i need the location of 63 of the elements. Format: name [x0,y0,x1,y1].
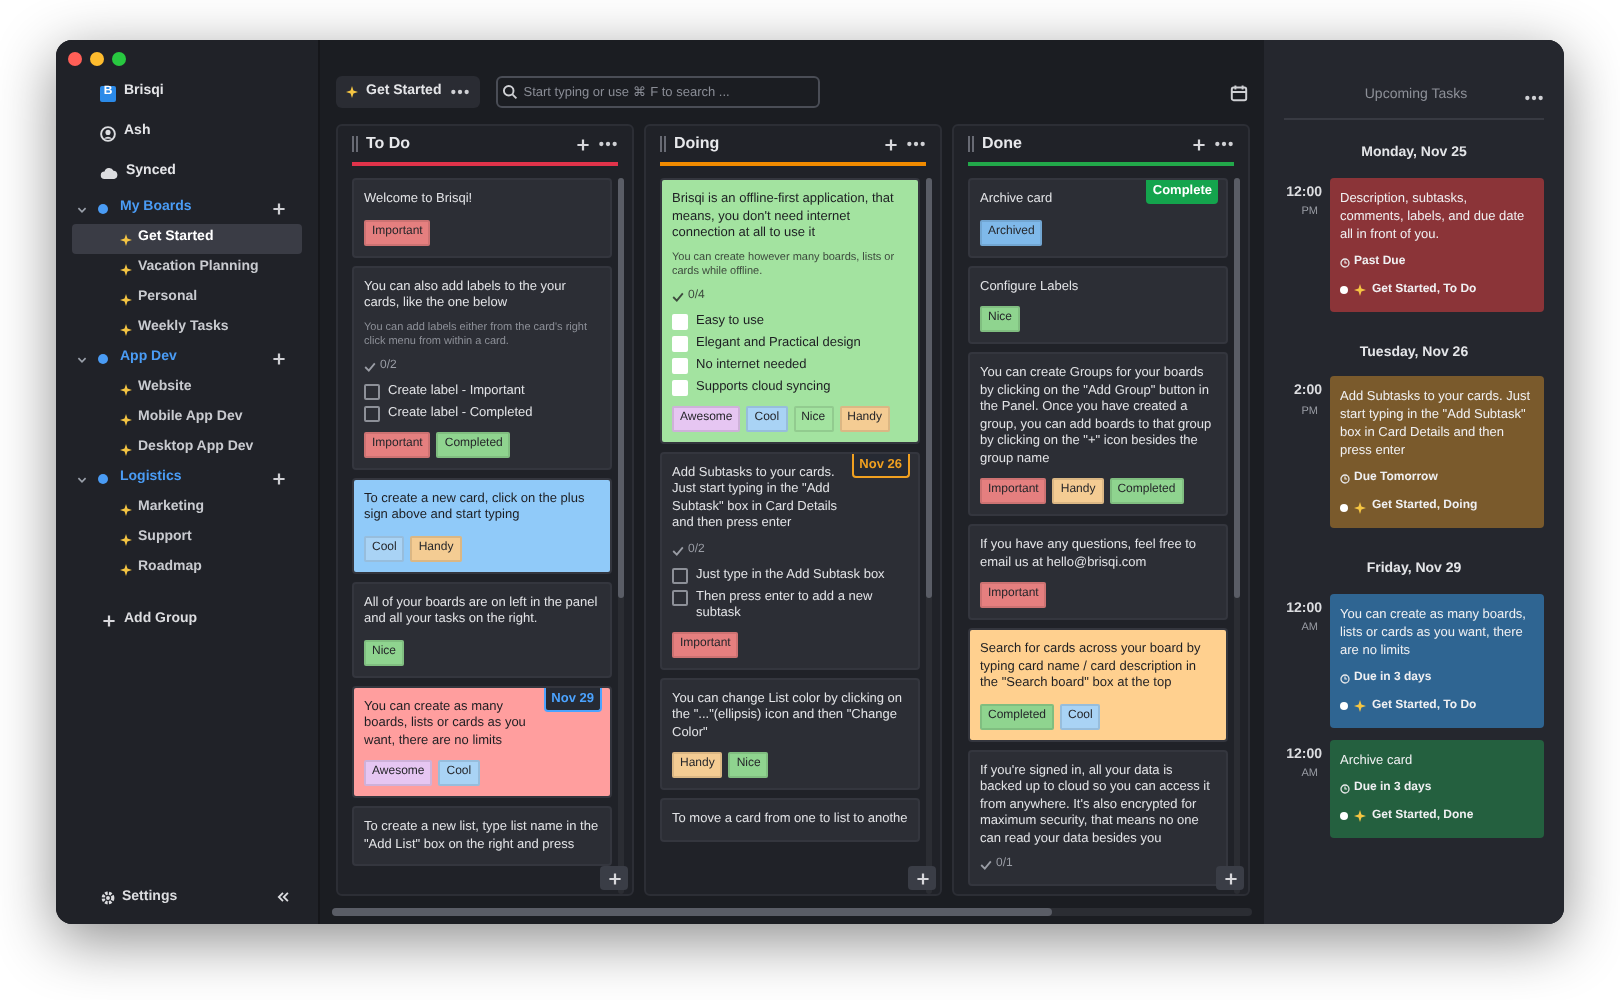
sparkle-icon [120,563,132,575]
plus-icon [272,202,286,216]
list-title: Done [982,132,1024,156]
task-card[interactable] [968,352,1228,516]
sparkle-icon [1354,501,1366,513]
sparkle-icon [120,233,132,245]
add-card-button[interactable] [908,866,936,890]
sparkle-icon [346,86,358,98]
plus-icon [102,613,116,628]
plus-icon [607,871,621,885]
sparkle-icon [120,413,132,425]
sparkle-icon [120,293,132,305]
clock-icon [1340,474,1350,484]
scrollbar-thumb[interactable] [1234,178,1240,598]
checkmark-icon [672,291,684,301]
sparkle-icon [120,503,132,515]
checkbox[interactable] [672,589,688,605]
drag-handle-icon [968,136,974,152]
checkbox[interactable] [364,405,380,421]
drag-handle-icon [352,136,358,152]
sparkle-icon [120,323,132,335]
sparkle-icon [120,533,132,545]
more-icon[interactable] [598,140,618,148]
drag-handle-icon [660,136,666,152]
sparkle-icon [120,383,132,395]
add-card-button[interactable] [600,866,628,890]
sparkle-icon [1354,284,1366,296]
scrollbar-thumb[interactable] [332,908,1052,916]
list-title: To Do [366,132,413,156]
plus-icon [915,871,929,885]
collapse-icon[interactable] [276,890,290,905]
add-card-icon[interactable] [884,137,898,151]
scrollbar-thumb[interactable] [618,178,624,598]
checkmark-icon [364,361,376,371]
more-icon [449,88,470,96]
sparkle-icon [120,263,132,275]
scrollbar-thumb[interactable] [926,178,932,598]
plus-icon [1223,871,1237,885]
list-title: Doing [674,132,722,156]
checkmark-icon [980,860,992,870]
checkmark-icon [672,545,684,555]
gear-icon [100,889,116,906]
sparkle-icon [1354,700,1366,712]
more-icon[interactable] [906,140,926,148]
more-icon[interactable] [1524,93,1544,101]
clock-icon [1340,673,1350,683]
add-card-button[interactable] [1216,866,1244,890]
calendar-icon[interactable] [1230,83,1248,101]
clock-icon [1340,257,1350,267]
sparkle-icon [1354,810,1366,822]
add-card-icon[interactable] [1192,137,1206,151]
add-card-icon[interactable] [576,137,590,151]
search-icon [501,84,518,100]
sparkle-icon [120,443,132,455]
plus-icon [272,352,286,366]
cloud-icon [100,166,118,180]
user-icon [100,125,116,141]
checkbox[interactable] [364,383,380,399]
task-card[interactable] [352,265,612,469]
checkbox[interactable] [672,567,688,583]
clock-icon [1340,783,1350,793]
more-icon[interactable] [1214,140,1234,148]
plus-icon [272,472,286,486]
